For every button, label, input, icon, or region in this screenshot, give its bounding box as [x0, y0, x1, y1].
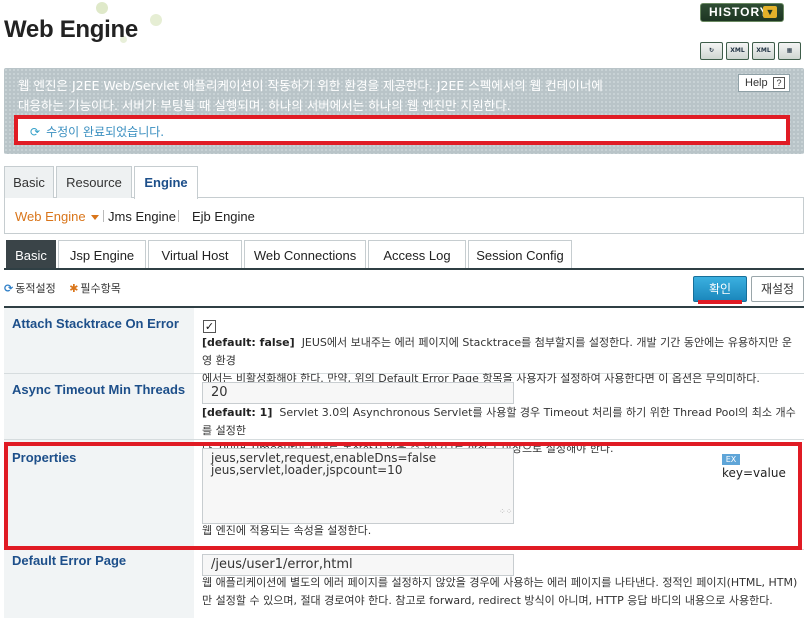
toolbar-icons: ↻ XML XML ▦: [700, 42, 801, 60]
error-page-input[interactable]: /jeus/user1/error,html: [202, 554, 514, 576]
default-tag: [default: 1]: [202, 406, 273, 419]
reset-button[interactable]: 재설정: [751, 276, 804, 302]
web-engine-tabs: Basic Jsp Engine Virtual Host Web Connec…: [4, 240, 804, 270]
subtab-web-connections[interactable]: Web Connections: [244, 240, 366, 268]
stacktrace-checkbox[interactable]: ✓: [203, 320, 216, 333]
refresh-icon: ⟳: [30, 125, 41, 139]
description-text: 웹 엔진은 J2EE Web/Servlet 애플리케이션이 작동하기 위한 환…: [18, 76, 718, 116]
chevron-down-icon: ▼: [763, 6, 777, 18]
subnav-web-engine-label: Web Engine: [15, 209, 86, 224]
field-label-cell: Attach Stacktrace On Error: [4, 308, 194, 374]
decorative-dot: [96, 2, 108, 14]
tab-engine[interactable]: Engine: [134, 166, 198, 199]
tree-icon[interactable]: ▦: [778, 42, 801, 60]
subtab-jsp-engine[interactable]: Jsp Engine: [58, 240, 146, 268]
legend: ⟳ 동적설정 ✱ 필수항목: [4, 280, 121, 296]
field-label-cell: Async Timeout Min Threads: [4, 374, 194, 440]
subnav-web-engine[interactable]: Web Engine: [15, 209, 99, 224]
field-label-async: Async Timeout Min Threads: [12, 382, 186, 397]
default-tag: [default: false]: [202, 336, 295, 349]
tab-basic[interactable]: Basic: [4, 166, 54, 198]
highlight-box: [4, 442, 802, 550]
page-title: Web Engine: [4, 16, 138, 43]
status-message-text: 수정이 완료되었습니다.: [46, 125, 165, 139]
error-page-help: 웹 애플리케이션에 별도의 에러 페이지를 설정하지 않았을 경우에 사용하는 …: [202, 574, 798, 610]
subnav-jms-engine[interactable]: Jms Engine: [108, 209, 176, 224]
required-field-icon: ✱: [69, 282, 79, 295]
divider: [103, 210, 104, 222]
description-line-2: 대응하는 기능이다. 서버가 부팅될 때 실행되며, 하나의 서버에서는 하나의…: [18, 98, 511, 113]
status-message: ⟳ 수정이 완료되었습니다.: [30, 123, 164, 140]
legend-required: 필수항목: [80, 282, 121, 295]
field-label-error-page: Default Error Page: [12, 553, 127, 568]
dropdown-triangle-icon: [90, 215, 99, 221]
highlight-underline: [698, 300, 742, 304]
history-button[interactable]: HISTORY ▼: [700, 3, 784, 22]
subnav-ejb-engine[interactable]: Ejb Engine: [192, 209, 255, 224]
subtab-basic[interactable]: Basic: [6, 240, 56, 268]
dynamic-setting-icon: ⟳: [4, 282, 14, 295]
help-line-2: 만 설정할 수 있으며, 절대 경로여야 한다. 참고로 forward, re…: [202, 594, 773, 607]
subtab-access-log[interactable]: Access Log: [368, 240, 466, 268]
description-line-1: 웹 엔진은 J2EE Web/Servlet 애플리케이션이 작동하기 위한 환…: [18, 78, 603, 93]
divider: [178, 210, 179, 222]
confirm-button[interactable]: 확인: [693, 276, 747, 302]
field-label-stacktrace: Attach Stacktrace On Error: [12, 316, 179, 331]
engine-subnav: Web Engine Jms Engine Ejb Engine: [4, 198, 804, 234]
subtab-virtual-host[interactable]: Virtual Host: [148, 240, 242, 268]
legend-dynamic: 동적설정: [15, 282, 56, 295]
async-threads-input[interactable]: 20: [202, 382, 514, 404]
question-icon: ?: [773, 77, 785, 89]
xml-export-icon[interactable]: XML: [752, 42, 775, 60]
xml-icon[interactable]: XML: [726, 42, 749, 60]
help-button[interactable]: Help ?: [738, 74, 790, 92]
subtab-session-config[interactable]: Session Config: [468, 240, 572, 268]
refresh-icon[interactable]: ↻: [700, 42, 723, 60]
help-line-1: 웹 애플리케이션에 별도의 에러 페이지를 설정하지 않았을 경우에 사용하는 …: [202, 576, 798, 589]
help-label: Help: [745, 77, 768, 89]
main-tabs: Basic Resource Engine: [4, 166, 804, 199]
decorative-dot: [150, 14, 162, 26]
history-label: HISTORY: [709, 5, 769, 19]
field-label-cell: Default Error Page: [4, 550, 194, 618]
tab-resource[interactable]: Resource: [56, 166, 132, 198]
field-value-cell: 20 [default: 1] Servlet 3.0의 Asynchronou…: [194, 374, 804, 455]
field-value-cell: /jeus/user1/error,html 웹 애플리케이션에 별도의 에러 …: [194, 550, 804, 618]
field-value-cell: ✓ [default: false] JEUS에서 보내주는 에러 페이지에 S…: [194, 308, 804, 385]
status-message-box: ⟳ 수정이 완료되었습니다.: [14, 115, 790, 145]
help-line-1: Servlet 3.0의 Asynchronous Servlet를 사용할 경…: [202, 406, 796, 437]
